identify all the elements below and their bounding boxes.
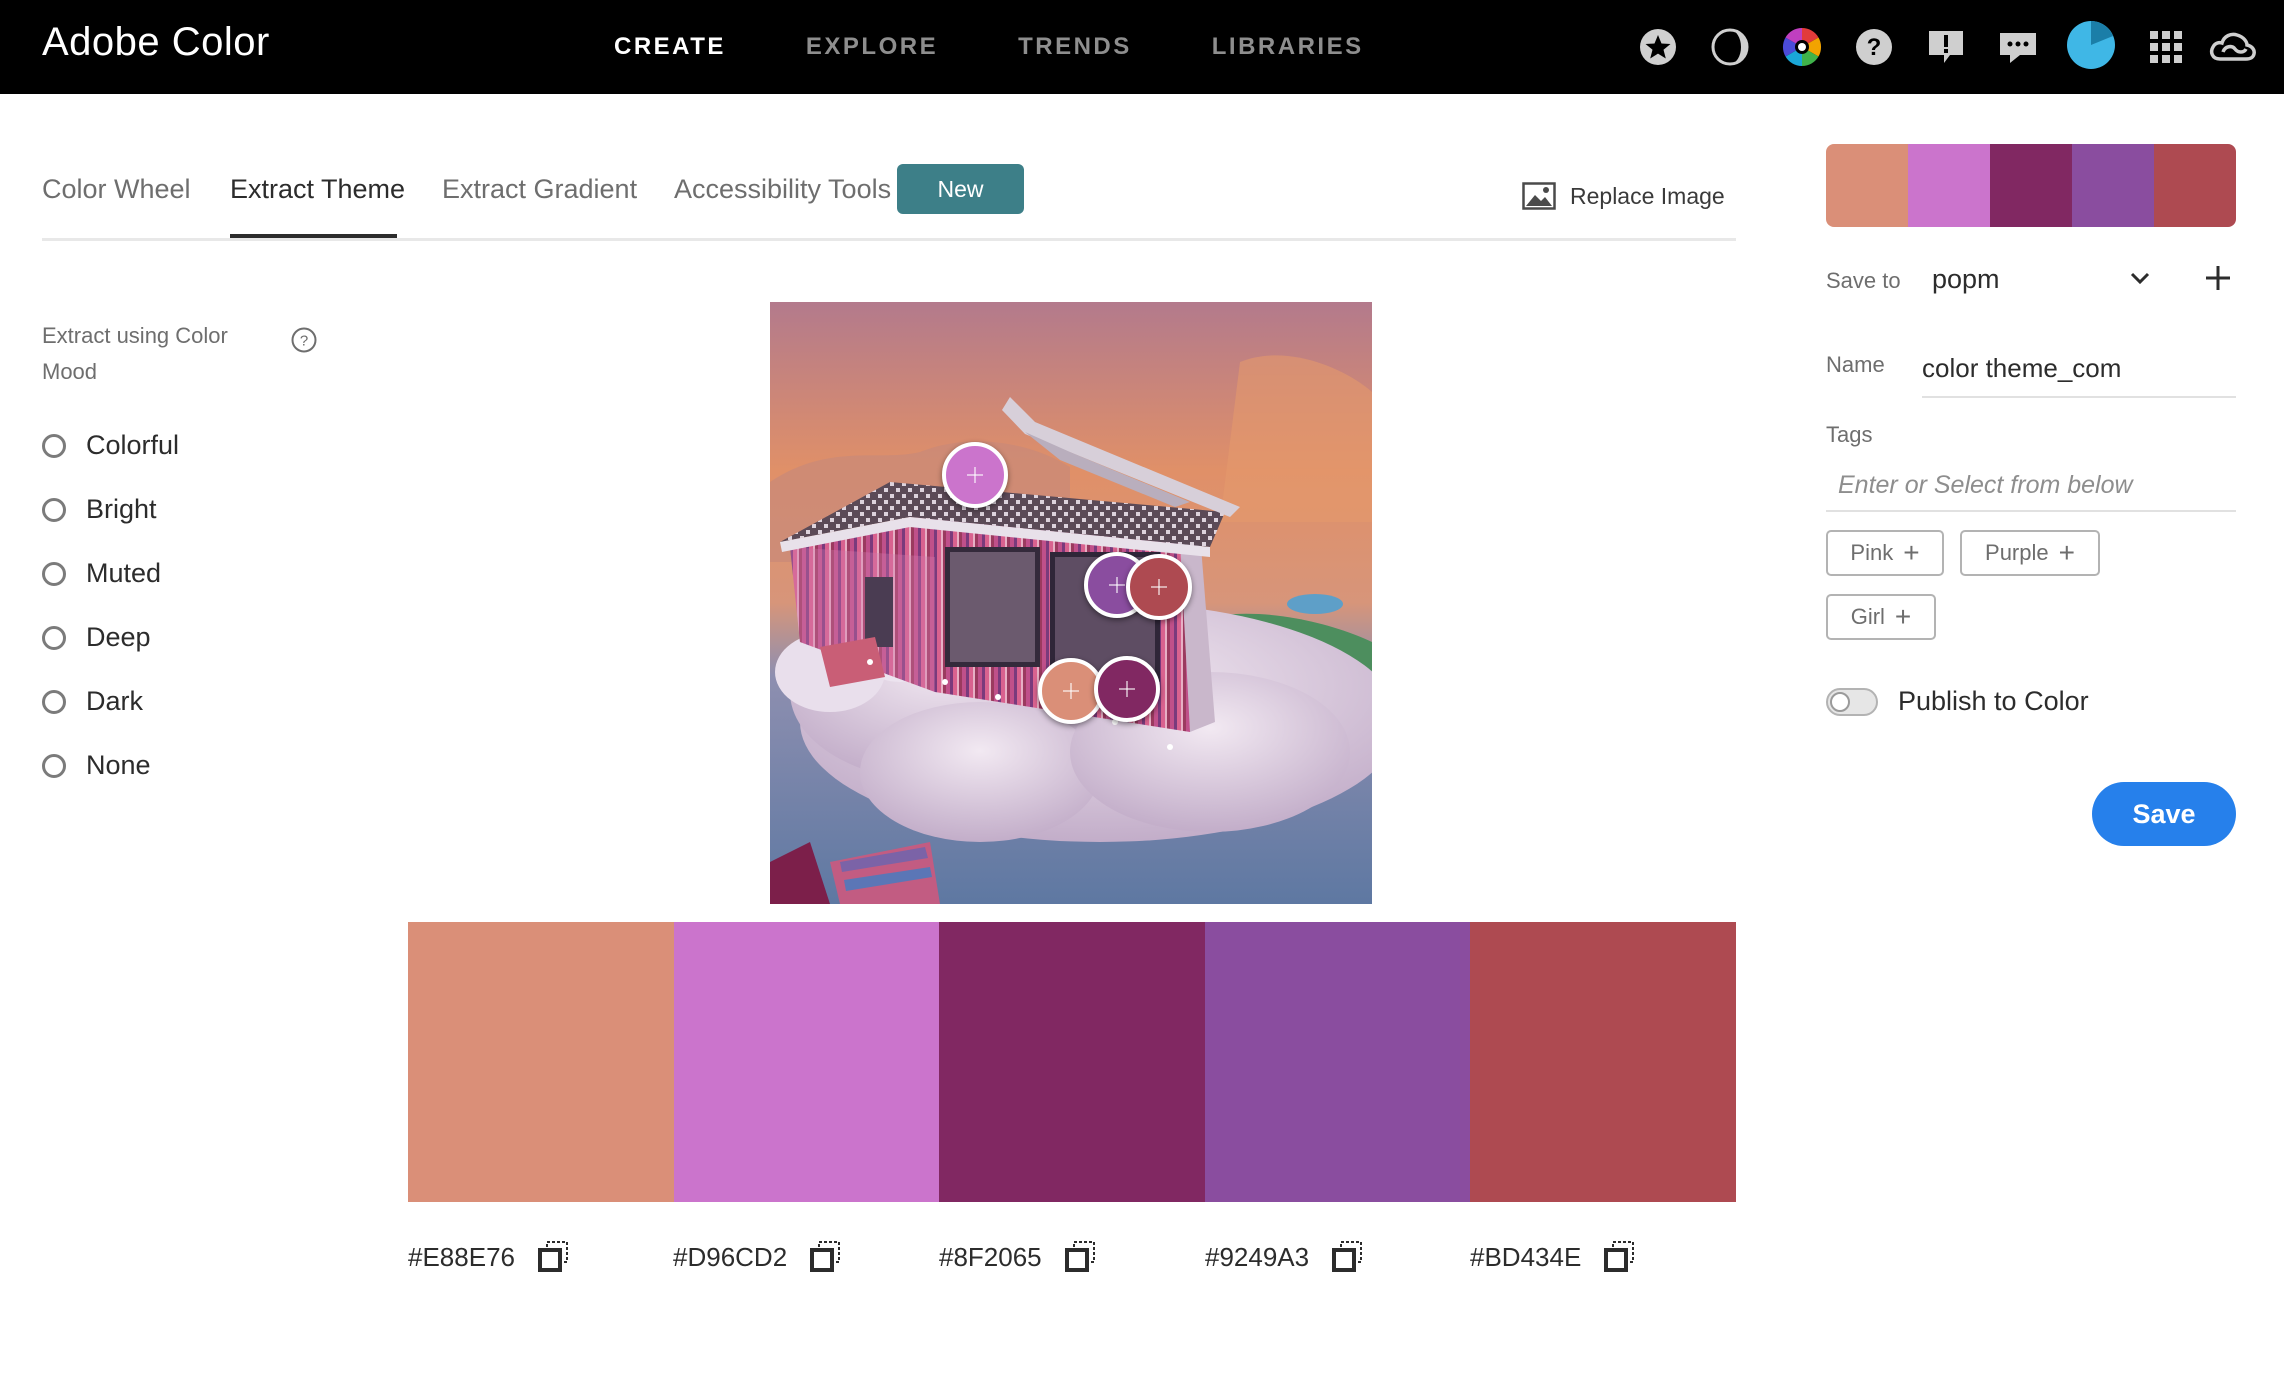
radio-button[interactable]: [42, 753, 66, 778]
tags-label: Tags: [1826, 422, 1873, 447]
add-library-icon[interactable]: [2204, 264, 2232, 292]
star-icon[interactable]: [1636, 25, 1680, 69]
copy-icon[interactable]: [809, 1240, 843, 1274]
color-picker-handle[interactable]: [1094, 656, 1160, 722]
tab-extract-theme[interactable]: Extract Theme: [230, 174, 405, 205]
theme-swatches: [408, 922, 1736, 1202]
source-image[interactable]: [770, 302, 1372, 904]
new-badge: New: [897, 164, 1024, 214]
hex-code[interactable]: #8F2065: [939, 1242, 1042, 1273]
tab-accessibility-tools[interactable]: Accessibility Tools: [674, 174, 891, 205]
plus-icon: +: [1903, 537, 1920, 568]
tag-suggestion-girl[interactable]: Girl +: [1826, 594, 1936, 640]
hex-code[interactable]: #9249A3: [1205, 1242, 1309, 1273]
mood-option-deep[interactable]: Deep: [42, 622, 151, 653]
hex-code-item: #E88E76: [408, 1240, 571, 1274]
copy-icon[interactable]: [1331, 1240, 1365, 1274]
image-icon: [1522, 182, 1556, 210]
tag-suggestion-pink[interactable]: Pink +: [1826, 530, 1944, 576]
color-swatch[interactable]: [1470, 922, 1736, 1202]
color-swatch[interactable]: [1204, 922, 1471, 1202]
radio-button[interactable]: [42, 625, 66, 650]
color-swatch[interactable]: [673, 922, 940, 1202]
feedback-icon[interactable]: [1924, 25, 1968, 69]
save-to-label: Save to: [1826, 268, 1901, 293]
hex-codes-row: #E88E76 #D96CD2 #8F2065 #9249A3 #BD434E: [408, 1240, 1736, 1284]
avatar[interactable]: [2066, 20, 2116, 70]
hex-code-item: #9249A3: [1205, 1240, 1365, 1274]
preview-swatch: [1990, 144, 2072, 227]
publish-toggle[interactable]: [1826, 688, 1878, 716]
mood-option-colorful[interactable]: Colorful: [42, 430, 179, 461]
copy-icon[interactable]: [1064, 1240, 1098, 1274]
color-wheel-icon[interactable]: [1780, 25, 1824, 69]
radio-button[interactable]: [42, 433, 66, 458]
nav-explore[interactable]: EXPLORE: [806, 0, 938, 94]
app-title[interactable]: Adobe Color: [42, 20, 270, 65]
chevron-down-icon[interactable]: [2128, 266, 2152, 290]
apps-grid-icon[interactable]: [2144, 25, 2188, 69]
color-picker-handle[interactable]: [942, 442, 1008, 508]
cabin-scene-image: [770, 302, 1372, 904]
plus-icon: +: [2058, 537, 2075, 568]
library-select[interactable]: popm: [1932, 264, 2000, 295]
nav-create[interactable]: CREATE: [614, 0, 726, 94]
hex-code[interactable]: #BD434E: [1470, 1242, 1581, 1273]
tags-input[interactable]: [1826, 460, 2236, 512]
top-navigation-bar: Adobe Color CREATE EXPLORE TRENDS LIBRAR…: [0, 0, 2284, 94]
tag-suggestion-purple[interactable]: Purple +: [1960, 530, 2100, 576]
color-swatch[interactable]: [408, 922, 674, 1202]
nav-libraries[interactable]: LIBRARIES: [1212, 0, 1364, 94]
mood-option-bright[interactable]: Bright: [42, 494, 157, 525]
copy-icon[interactable]: [1603, 1240, 1637, 1274]
radio-button[interactable]: [42, 689, 66, 714]
radio-button[interactable]: [42, 497, 66, 522]
color-picker-handle[interactable]: [1126, 554, 1192, 620]
mood-option-muted[interactable]: Muted: [42, 558, 161, 589]
create-tabs: Color Wheel Extract Theme Extract Gradie…: [42, 160, 1736, 241]
hex-code[interactable]: #D96CD2: [673, 1242, 787, 1273]
hex-code-item: #D96CD2: [673, 1240, 843, 1274]
plus-icon: +: [1894, 601, 1912, 632]
hex-code[interactable]: #E88E76: [408, 1242, 515, 1273]
active-tab-indicator: [230, 234, 397, 238]
preview-swatch: [2154, 144, 2236, 227]
replace-image-button[interactable]: Replace Image: [1522, 182, 1725, 210]
chat-icon[interactable]: [1996, 25, 2040, 69]
tab-color-wheel[interactable]: Color Wheel: [42, 174, 191, 205]
help-circle-icon[interactable]: ?: [290, 326, 318, 354]
preview-swatch: [2072, 144, 2154, 227]
copy-icon[interactable]: [537, 1240, 571, 1274]
theme-preview-strip: [1826, 144, 2236, 227]
radio-button[interactable]: [42, 561, 66, 586]
hex-code-item: #8F2065: [939, 1240, 1098, 1274]
save-button[interactable]: Save: [2092, 782, 2236, 846]
creative-cloud-icon[interactable]: [2206, 25, 2258, 69]
contrast-icon[interactable]: [1708, 25, 1752, 69]
theme-name-input[interactable]: [1922, 340, 2236, 398]
help-icon[interactable]: ?: [1852, 25, 1896, 69]
name-label: Name: [1826, 352, 1885, 377]
mood-option-dark[interactable]: Dark: [42, 686, 143, 717]
replace-image-label: Replace Image: [1570, 182, 1725, 209]
color-swatch[interactable]: [939, 922, 1205, 1202]
mood-option-none[interactable]: None: [42, 750, 151, 781]
tab-extract-gradient[interactable]: Extract Gradient: [442, 174, 637, 205]
preview-swatch: [1826, 144, 1908, 227]
hex-code-item: #BD434E: [1470, 1240, 1637, 1274]
publish-label: Publish to Color: [1898, 686, 2089, 716]
color-mood-title: Extract using Color Mood: [42, 323, 228, 384]
nav-trends[interactable]: TRENDS: [1018, 0, 1132, 94]
main-nav: CREATE EXPLORE TRENDS LIBRARIES: [614, 0, 1444, 94]
svg-text:?: ?: [300, 333, 308, 350]
preview-swatch: [1908, 144, 1990, 227]
svg-text:?: ?: [1867, 34, 1882, 61]
